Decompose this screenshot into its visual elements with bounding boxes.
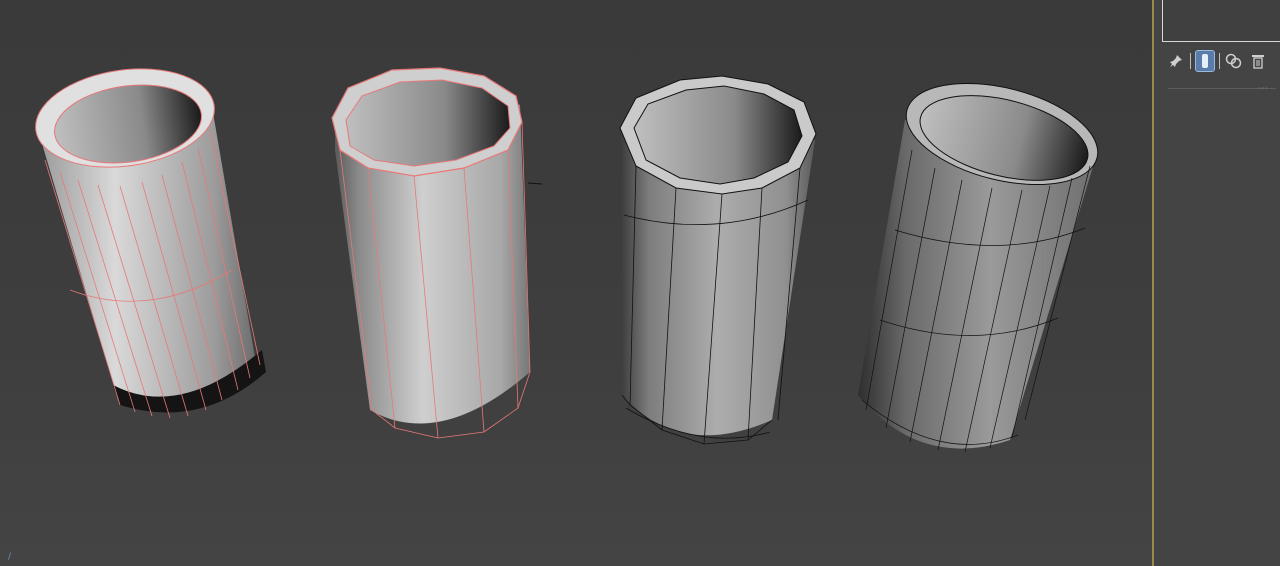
toolbar-separator <box>1219 53 1220 69</box>
command-panel: ··· <box>1154 0 1280 566</box>
make-unique-icon[interactable] <box>1224 50 1244 72</box>
cylinder-faceted-wire[interactable] <box>619 75 817 445</box>
toolbar-separator <box>1190 53 1191 69</box>
modifier-toolbar <box>1166 49 1280 73</box>
cylinder-smooth-wire[interactable] <box>858 66 1108 453</box>
viewport-canvas[interactable] <box>0 0 1152 566</box>
cylinder-selected-smooth[interactable] <box>29 58 266 419</box>
show-end-result-icon[interactable] <box>1195 50 1215 72</box>
trash-icon[interactable] <box>1248 50 1268 72</box>
pin-icon[interactable] <box>1166 50 1186 72</box>
viewport-perspective[interactable]: / <box>0 0 1152 566</box>
cylinder-selected-faceted[interactable] <box>331 67 531 439</box>
axis-tripod-icon: / <box>8 552 12 562</box>
panel-resize-handle[interactable]: ··· <box>1258 84 1269 93</box>
modifier-stack-box[interactable] <box>1162 0 1280 42</box>
